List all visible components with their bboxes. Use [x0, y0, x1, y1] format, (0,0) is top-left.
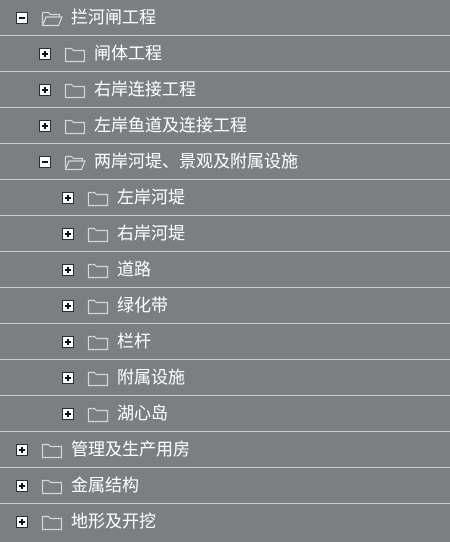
tree-node-label: 右岸河堤 [117, 223, 185, 244]
tree-node[interactable]: 管理及生产用房 [0, 432, 450, 468]
folder-icon [64, 47, 86, 62]
tree-node[interactable]: 栏杆 [0, 324, 450, 360]
folder-icon [64, 83, 86, 98]
tree-node[interactable]: 金属结构 [0, 468, 450, 504]
folder-icon [87, 191, 109, 206]
folder-icon [64, 119, 86, 134]
tree-node[interactable]: 闸体工程 [0, 36, 450, 72]
tree-node[interactable]: 绿化带 [0, 288, 450, 324]
tree-node-label: 湖心岛 [117, 403, 168, 424]
collapse-icon[interactable] [39, 155, 51, 168]
tree-node[interactable]: 右岸河堤 [0, 216, 450, 252]
expand-icon[interactable] [16, 443, 28, 456]
tree-node-label: 拦河闸工程 [71, 7, 156, 28]
expand-icon[interactable] [62, 191, 74, 204]
folder-icon [87, 263, 109, 278]
tree-node-label: 附属设施 [117, 367, 185, 388]
tree-node-label: 栏杆 [117, 331, 151, 352]
folder-icon [41, 515, 63, 531]
tree-node[interactable]: 右岸连接工程 [0, 72, 450, 108]
expand-icon[interactable] [62, 335, 74, 348]
tree-node-label: 管理及生产用房 [71, 439, 190, 460]
tree-node[interactable]: 湖心岛 [0, 396, 450, 432]
collapse-icon[interactable] [16, 11, 28, 24]
tree-node-label: 道路 [117, 259, 151, 280]
project-tree: 拦河闸工程 闸体工程 右岸连接工程 左岸鱼道及连接工程 两岸河堤、景观及附属设施… [0, 0, 450, 542]
expand-icon[interactable] [62, 263, 74, 276]
tree-node-label: 右岸连接工程 [94, 79, 196, 100]
folder-icon [87, 227, 109, 242]
folder-icon [41, 443, 63, 458]
expand-icon[interactable] [62, 407, 74, 420]
tree-node[interactable]: 地形及开挖 [0, 504, 450, 540]
expand-icon[interactable] [62, 227, 74, 240]
tree-node-label: 地形及开挖 [71, 512, 156, 532]
tree-node[interactable]: 道路 [0, 252, 450, 288]
tree-node-label: 闸体工程 [94, 43, 162, 64]
tree-node-label: 左岸鱼道及连接工程 [94, 115, 247, 136]
tree-node[interactable]: 左岸河堤 [0, 180, 450, 216]
folder-icon [87, 299, 109, 314]
tree-node-label: 金属结构 [71, 475, 139, 496]
expand-icon[interactable] [62, 371, 74, 384]
folder-icon [87, 371, 109, 386]
expand-icon[interactable] [39, 119, 51, 132]
tree-node[interactable]: 两岸河堤、景观及附属设施 [0, 144, 450, 180]
tree-node-label: 绿化带 [117, 295, 168, 316]
folder-icon [41, 479, 63, 494]
folder-icon [87, 407, 109, 422]
folder-icon [87, 335, 109, 350]
expand-icon[interactable] [39, 47, 51, 60]
tree-node[interactable]: 附属设施 [0, 360, 450, 396]
expand-icon[interactable] [39, 83, 51, 96]
tree-node-label: 左岸河堤 [117, 187, 185, 208]
tree-node[interactable]: 拦河闸工程 [0, 0, 450, 36]
tree-node-label: 两岸河堤、景观及附属设施 [94, 151, 298, 172]
expand-icon[interactable] [62, 299, 74, 312]
folder-open-icon [64, 155, 86, 170]
expand-icon[interactable] [16, 516, 28, 528]
expand-icon[interactable] [16, 479, 28, 492]
folder-open-icon [41, 11, 63, 26]
tree-node[interactable]: 左岸鱼道及连接工程 [0, 108, 450, 144]
